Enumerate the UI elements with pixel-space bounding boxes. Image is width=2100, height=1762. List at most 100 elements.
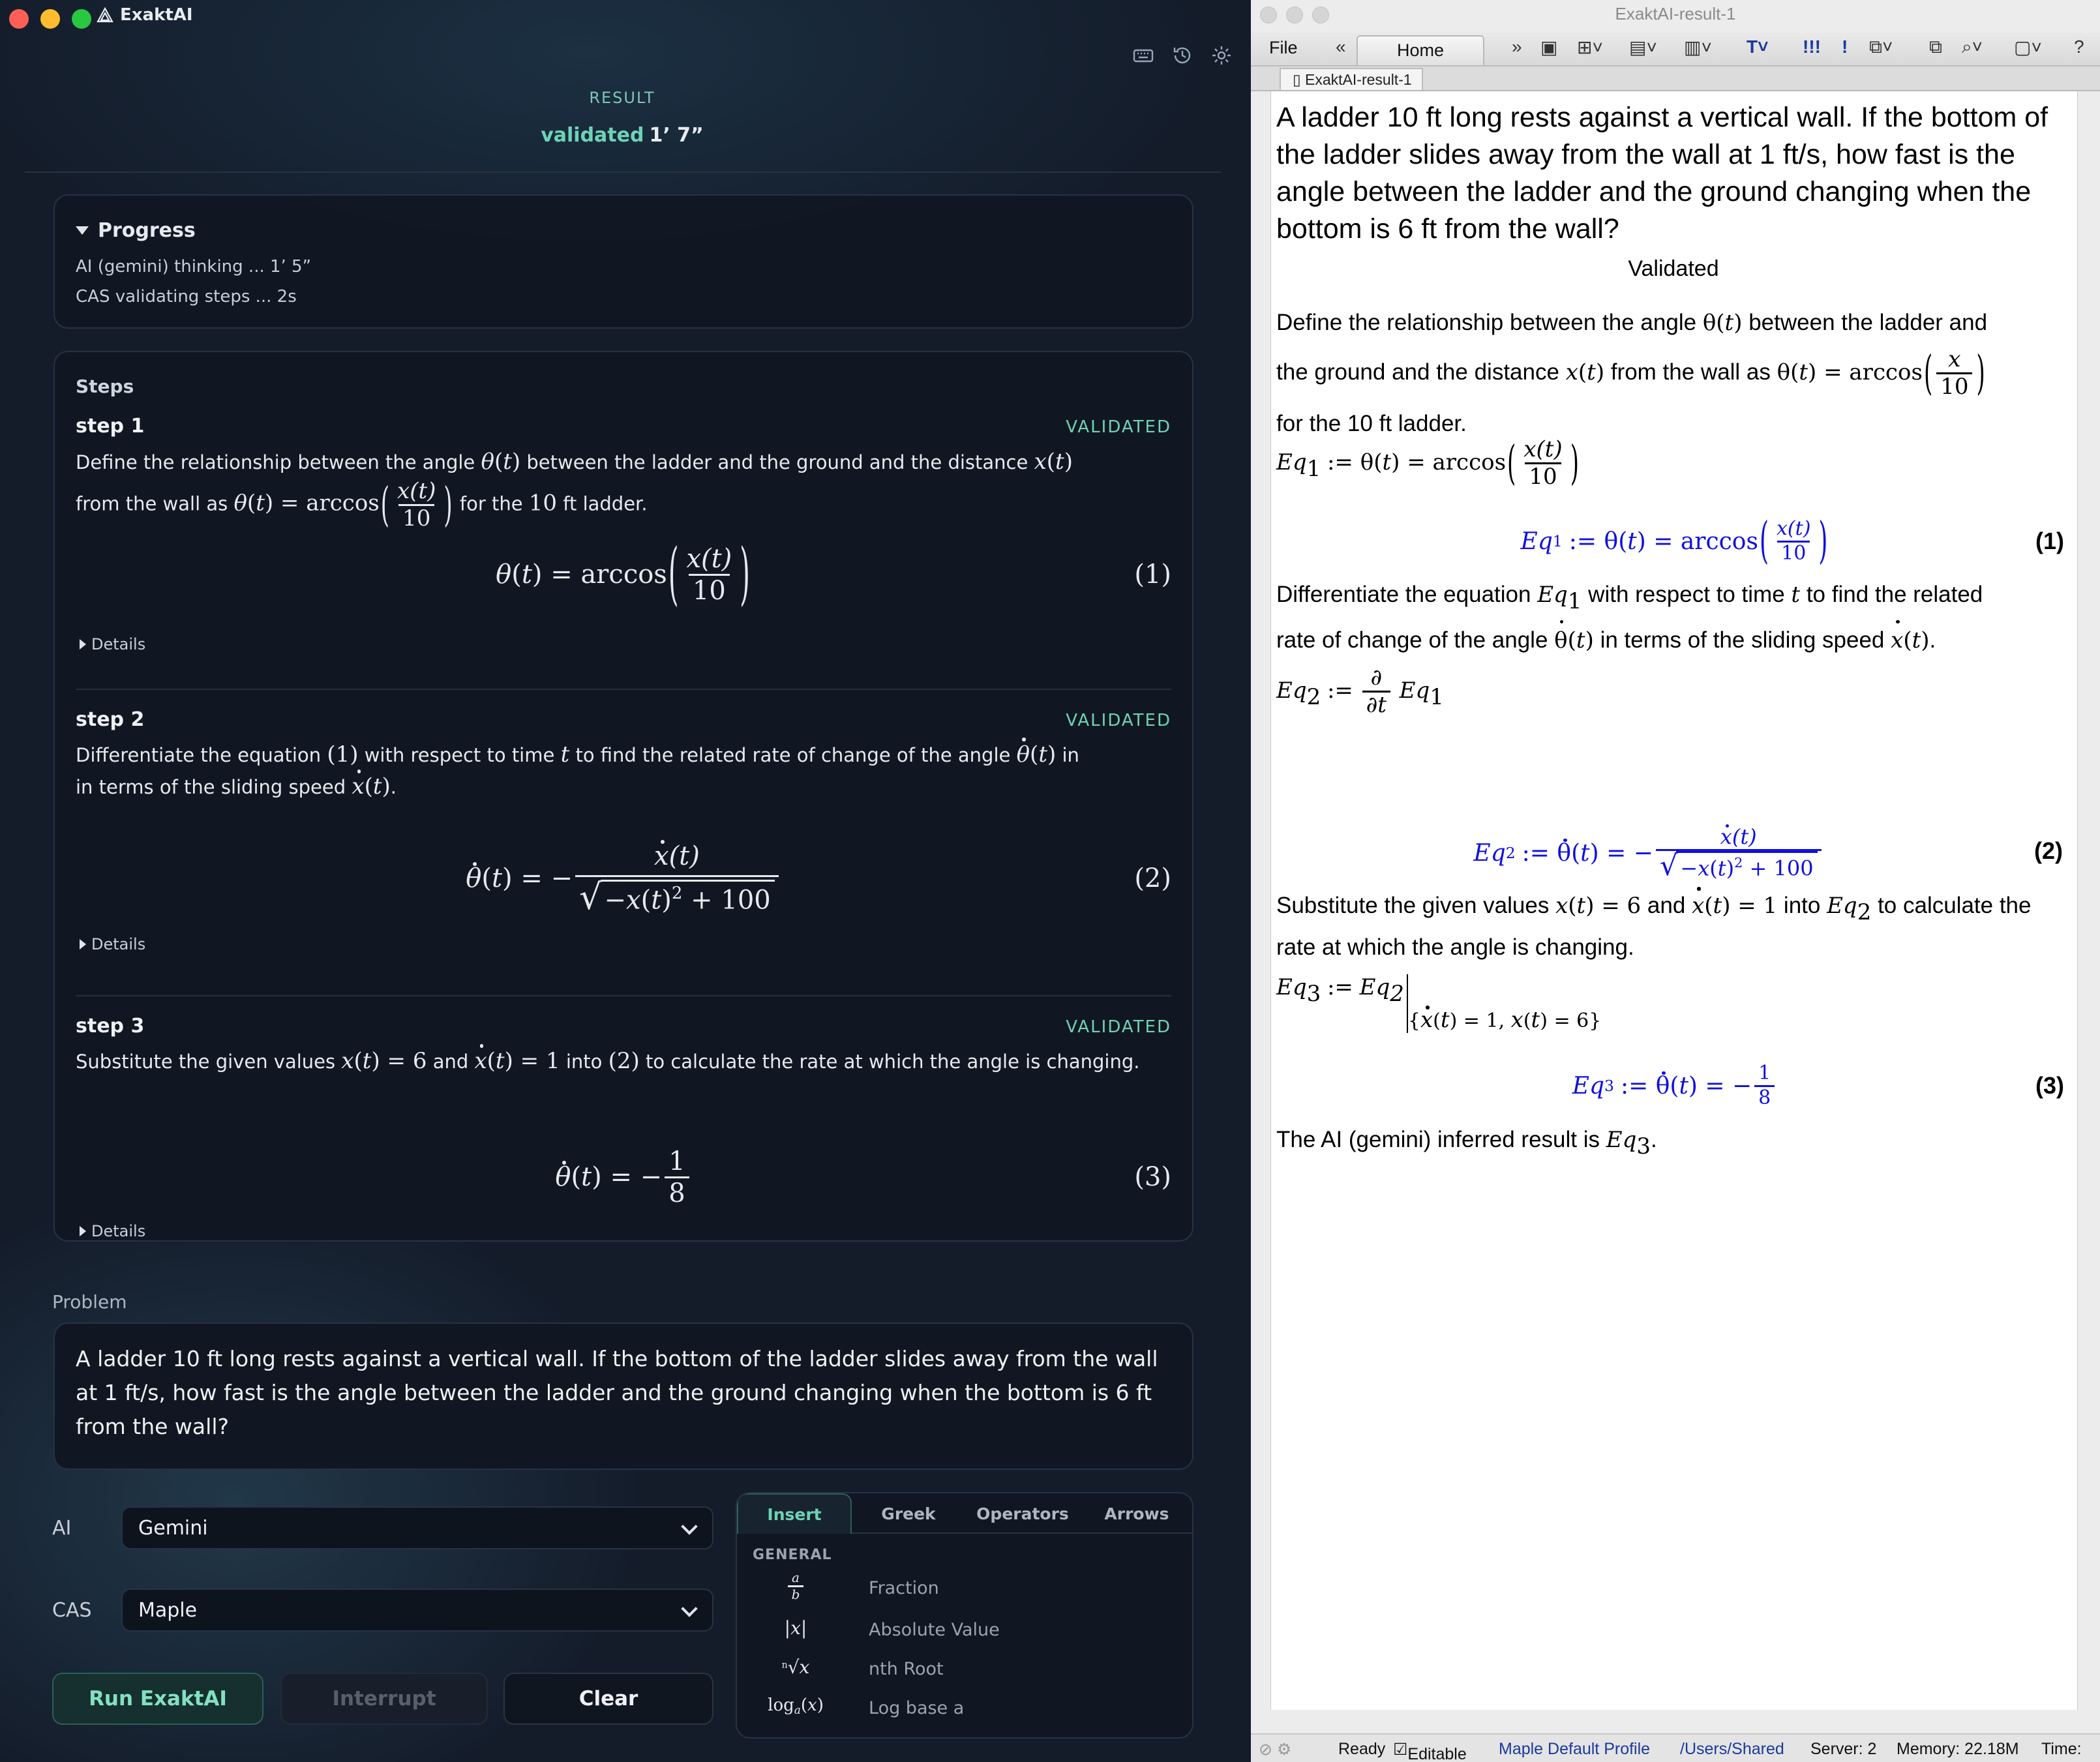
text-mode-icon[interactable]: T˅ (1747, 37, 1768, 57)
tab-greek[interactable]: Greek (852, 1493, 965, 1534)
interrupt-button[interactable]: Interrupt (280, 1673, 488, 1725)
step-divider (76, 995, 1171, 996)
path-link[interactable]: /Users/Shared (1680, 1740, 1784, 1759)
insert-icon[interactable]: ⊞˅ (1577, 37, 1603, 58)
worksheet[interactable]: A ladder 10 ft long rests against a vert… (1270, 91, 2078, 1710)
document-tab[interactable]: ▯ ExaktAI-result-1 ✕ (1280, 68, 1423, 109)
variables-icon[interactable]: ▢˅ (2014, 37, 2042, 58)
problem-input[interactable]: A ladder 10 ft long rests against a vert… (53, 1322, 1193, 1470)
zoom-icon[interactable]: ⌕˅ (1962, 37, 1983, 58)
step-details-toggle[interactable]: Details (80, 1222, 145, 1240)
step-status-badge: VALIDATED (1066, 711, 1171, 730)
toolbar: File « Home » ▣ ⊞˅ ▤˅ ▥˅ T˅ !!! ! ⧉˅ ⧉ ⌕… (1251, 33, 2100, 67)
input-eq2: Eq2 := ∂ ∂t Eq1 (1276, 664, 1444, 719)
steps-panel: Steps step 1 VALIDATED Define the relati… (53, 351, 1193, 1242)
equation-1: θ(t) = arccos(x(t) 10) (1) (496, 535, 1171, 614)
nth-root-symbol-icon: n√x (781, 1656, 810, 1678)
equation-number: (1) (2035, 528, 2064, 554)
equation-number: (2) (1134, 863, 1171, 893)
disclosure-triangle-icon (80, 1226, 86, 1236)
step-3: step 3 VALIDATED Substitute the given va… (76, 1015, 1171, 1240)
execute-all-icon[interactable]: !!! (1803, 37, 1821, 57)
step-description: Define the relationship between the angl… (76, 449, 1073, 533)
progress-header[interactable]: Progress (76, 219, 196, 242)
step-description: Differentiate the equation (1) with resp… (76, 738, 1171, 803)
result-label: RESULT (589, 89, 655, 107)
input-eq1: Eq1 := θ(t) = arccos(x(t) 10) (1276, 436, 1579, 491)
app-logo-icon (97, 7, 113, 23)
app-title: ExaktAI (97, 5, 193, 25)
close-window-button[interactable] (9, 9, 29, 29)
result-status: validated 1’ 7” (0, 124, 1244, 147)
cas-select[interactable]: Maple (121, 1589, 713, 1632)
progress-line: CAS validating steps ... 2s (76, 287, 297, 306)
output-eq3: Eq 3 := θ(t) = −1 8 (3) (1572, 1062, 2064, 1109)
palette-item-nth-root[interactable]: n√x nth Root (737, 1651, 1192, 1688)
output-eq2: Eq 2 := θ(t) = − x(t) √ −x(t)2 + 100 (1251, 811, 2052, 895)
disclosure-triangle-icon (80, 639, 86, 650)
step-details-toggle[interactable]: Details (80, 935, 145, 953)
minimize-window-button[interactable] (40, 9, 60, 29)
open-icon[interactable]: ▤˅ (1629, 37, 1657, 58)
document-tabs: ▯ ExaktAI-result-1 ✕ (1251, 67, 2100, 109)
ai-select-value: Gemini (138, 1516, 208, 1540)
palette-section-label: GENERAL (753, 1547, 832, 1563)
palette-tabs: Insert Greek Operators Arrows (737, 1493, 1192, 1534)
exaktai-window: ExaktAI RESULT validated 1’ 7” Progress A… (0, 0, 1251, 1762)
chevron-down-icon (681, 1600, 698, 1617)
status-ready: Ready (1338, 1740, 1386, 1758)
server-info: Server: 2 (1810, 1740, 1877, 1758)
memory-info: Memory: 22.18M (1897, 1740, 2019, 1758)
progress-line: AI (gemini) thinking ... 1’ 5” (76, 257, 312, 276)
execute-icon[interactable]: ! (1842, 37, 1848, 57)
tab-operators[interactable]: Operators (965, 1493, 1080, 1534)
step-1: step 1 VALIDATED Define the relationship… (76, 415, 1171, 669)
step-status-badge: VALIDATED (1066, 417, 1171, 437)
help-icon[interactable]: ? (2074, 37, 2084, 57)
palette-item-log-base[interactable]: loga(x) Log base a (737, 1690, 1192, 1727)
clear-button[interactable]: Clear (503, 1673, 713, 1725)
maple-window: ExaktAI-result-1 File « Home » ▣ ⊞˅ ▤˅ ▥… (1251, 0, 2100, 1762)
equation-3: θ(t) = −1 8 (3) (555, 1146, 1171, 1208)
step-label: step 3 (76, 1015, 145, 1038)
history-icon[interactable] (1171, 44, 1193, 67)
palette-item-absolute-value[interactable]: |x| Absolute Value (737, 1612, 1192, 1649)
paragraph-result: The AI (gemini) inferred result is Eq3. (1276, 1127, 1657, 1160)
new-document-icon[interactable]: ▣ (1540, 37, 1557, 58)
collapse-triangle-icon (76, 226, 89, 235)
paste-icon[interactable]: ⧉ (1929, 37, 1942, 58)
editable-checkbox[interactable]: ☑ Editable (1393, 1740, 1467, 1762)
time-info: Time: (2041, 1740, 2082, 1758)
status-bar: ⊘ ⚙ Ready ☑ Editable Maple Default Profi… (1251, 1733, 2100, 1762)
chevron-left-icon[interactable]: « (1336, 37, 1346, 57)
step-description: Substitute the given values x(t) = 6 and… (76, 1044, 1171, 1077)
save-icon[interactable]: ▥˅ (1684, 37, 1712, 58)
validated-heading: Validated (1628, 256, 1719, 281)
tab-insert[interactable]: Insert (737, 1493, 852, 1534)
equation-number: (1) (1134, 560, 1171, 590)
equation-number: (3) (2035, 1072, 2064, 1099)
tab-arrows[interactable]: Arrows (1080, 1493, 1192, 1534)
profile-link[interactable]: Maple Default Profile (1499, 1740, 1650, 1759)
ai-select[interactable]: Gemini (121, 1506, 713, 1549)
chevron-right-icon[interactable]: » (1512, 37, 1522, 57)
status-indicator-icon: ⊘ ⚙ (1259, 1740, 1292, 1759)
step-details-toggle[interactable]: Details (80, 635, 145, 653)
run-button[interactable]: Run ExaktAI (52, 1673, 263, 1725)
paragraph-step-1: Define the relationship between the angl… (1276, 310, 1988, 437)
app-title-text: ExaktAI (120, 5, 193, 25)
keyboard-icon[interactable] (1132, 44, 1154, 67)
menu-file[interactable]: File (1269, 38, 1298, 58)
copy-icon[interactable]: ⧉˅ (1869, 37, 1893, 58)
disclosure-triangle-icon (80, 939, 86, 949)
cas-select-value: Maple (138, 1598, 198, 1622)
palette-item-fraction[interactable]: ab Fraction (737, 1570, 1192, 1607)
chevron-down-icon (681, 1518, 698, 1535)
tab-home[interactable]: Home (1357, 35, 1484, 65)
gear-icon[interactable] (1210, 44, 1233, 67)
zoom-window-button[interactable] (72, 9, 91, 29)
ai-label: AI (52, 1517, 72, 1540)
step-divider (76, 689, 1171, 690)
problem-text[interactable]: A ladder 10 ft long rests against a vert… (76, 1342, 1175, 1444)
equation-2: θ(t) = − x(t) √ −x(t)2 + 100 (2) (466, 839, 1171, 918)
